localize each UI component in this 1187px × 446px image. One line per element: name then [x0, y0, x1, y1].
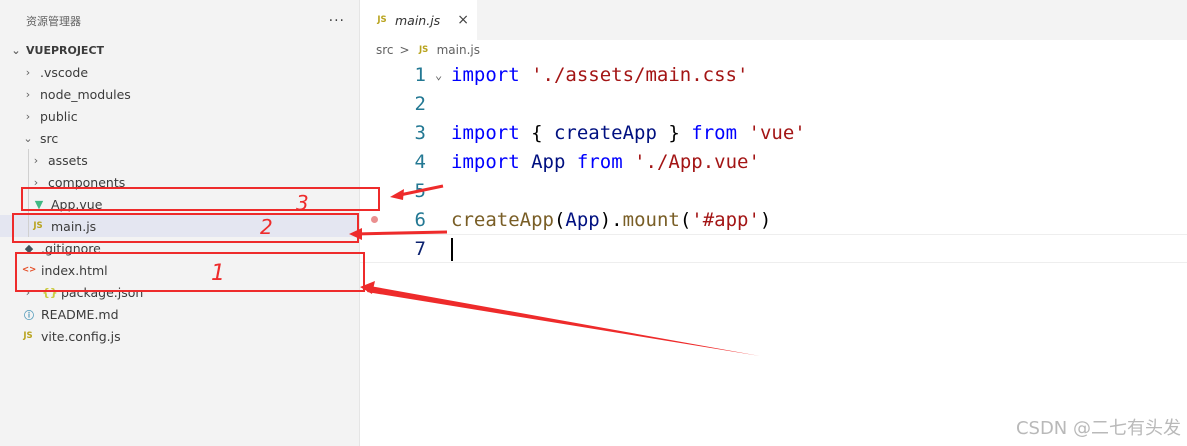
annotation-overlay: 3 2 1 — [211, 184, 760, 356]
annotation-arrow-2 — [354, 230, 448, 236]
annotation-label-1: 1 — [211, 261, 225, 286]
arrowhead-icon — [349, 228, 362, 240]
arrowhead-icon — [390, 189, 404, 200]
annotation-label-2: 2 — [260, 215, 273, 239]
annotation-arrow-1 — [367, 286, 760, 356]
annotation-label-3: 3 — [296, 191, 309, 215]
watermark: CSDN @二七有头发 — [1015, 418, 1181, 439]
